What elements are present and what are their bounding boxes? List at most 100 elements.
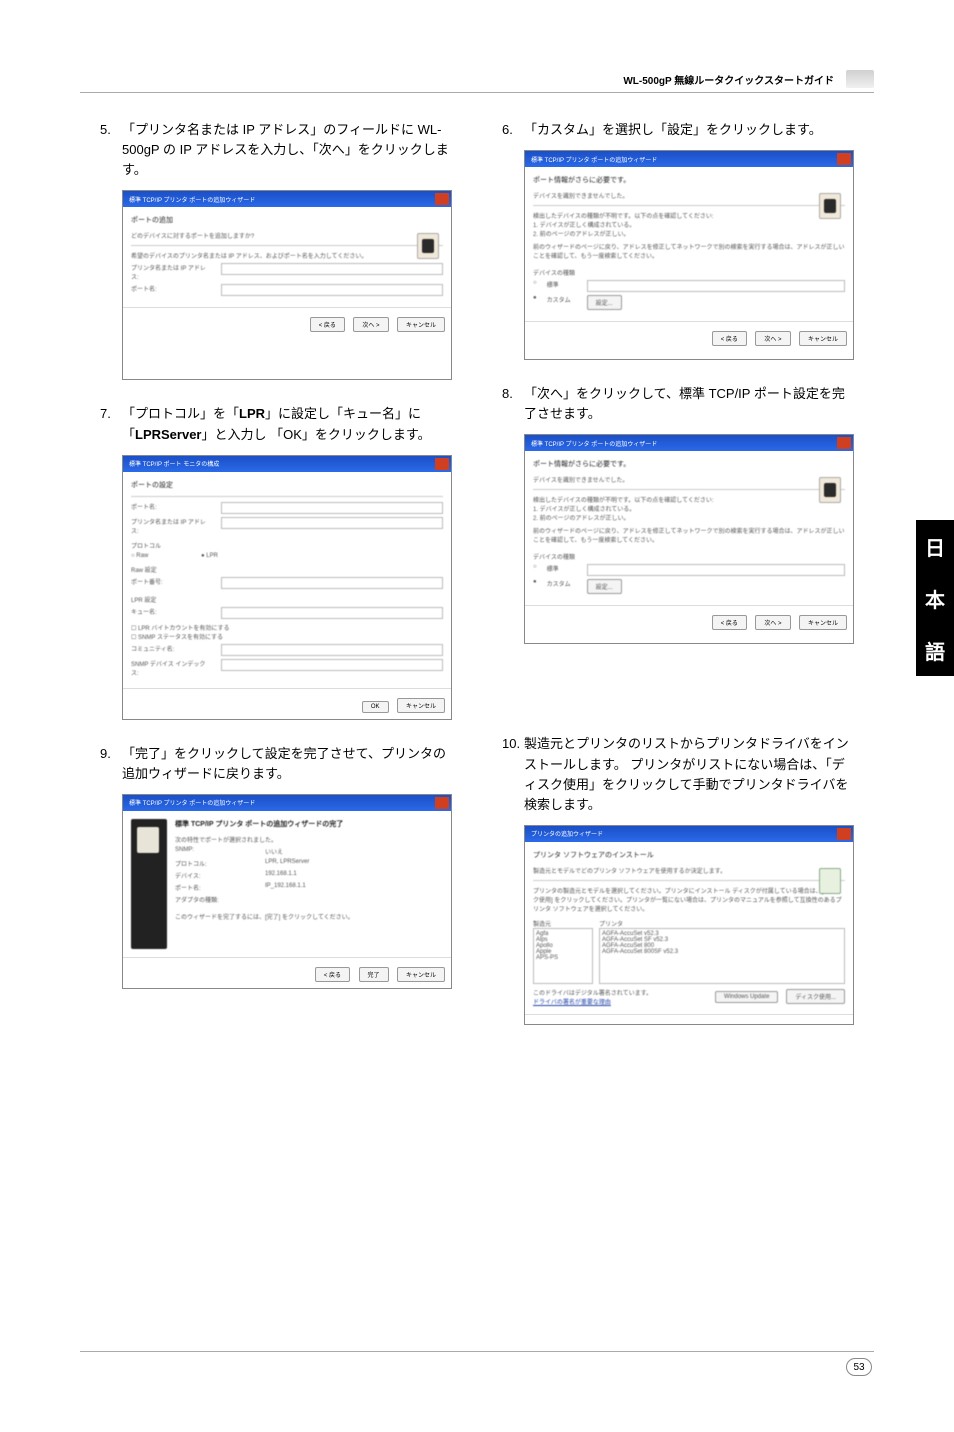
panel-title: ポート情報がさらに必要です。 <box>533 459 845 469</box>
text-input <box>221 659 443 671</box>
text-input <box>221 502 443 514</box>
cancel-button: キャンセル <box>799 1024 847 1025</box>
close-icon <box>435 193 449 205</box>
panel-title: ポートの追加 <box>131 215 443 225</box>
kv-key: アダプタの種類: <box>175 895 255 904</box>
dialog-titlebar: 標準 TCP/IP プリンタ ポートの追加ウィザード <box>123 795 451 811</box>
printer-icon <box>137 827 159 853</box>
step-body: 「次へ」をクリックして、標準 TCP/IP ポート設定を完了させます。 <box>524 384 854 424</box>
cancel-button: キャンセル <box>397 967 445 982</box>
close-icon <box>435 797 449 809</box>
desc-list-2: 2. 前のページのアドレスが正しい。 <box>533 513 845 522</box>
language-tab: 日 本 語 <box>916 520 954 676</box>
text-input <box>221 577 443 589</box>
field-label: コミュニティ名: <box>131 644 211 656</box>
finish-button: 完了 <box>359 967 389 982</box>
step-body: 「プロトコル」を「LPR」に設定し「キュー名」に「LPRServer」と入力し … <box>122 404 452 444</box>
field-label: プリンタ名または IP アドレス: <box>131 517 211 535</box>
port-input <box>221 284 443 296</box>
panel-title: プリンタ ソフトウェアのインストール <box>533 850 845 860</box>
text-input <box>221 644 443 656</box>
radio-lpr: LPR <box>206 553 218 559</box>
wizard-side-image <box>131 819 167 949</box>
header-title: WL-500gP 無線ルータクイックスタートガイド <box>623 72 834 87</box>
why-link: ドライバの署名が重要な理由 <box>533 997 707 1006</box>
router-icon <box>846 70 874 88</box>
desc2: 前のウィザードのページに戻り、アドレスを修正してネットワークで別の検索を実行する… <box>533 526 845 544</box>
close-icon <box>837 153 851 165</box>
dialog-titlebar: 標準 TCP/IP プリンタ ポートの追加ウィザード <box>123 191 451 207</box>
back-button: < 戻る <box>315 967 350 982</box>
mfr-header: 製造元 <box>533 919 593 928</box>
field-label: プリンタ名または IP アドレス: <box>131 263 211 281</box>
screenshot-step8: 標準 TCP/IP プリンタ ポートの追加ウィザード ポート情報がさらに必要です… <box>524 434 854 644</box>
windows-update-button: Windows Update <box>715 991 778 1003</box>
group-label: Raw 設定 <box>131 565 443 574</box>
dialog-titlebar: プリンタの追加ウィザード <box>525 826 853 842</box>
list-item: AGFA-AccuSet 800SF v52.3 <box>602 949 842 955</box>
group-label: LPR 設定 <box>131 595 443 604</box>
dialog-title: 標準 TCP/IP プリンタ ポートの追加ウィザード <box>531 155 657 164</box>
kv-val: IP_192.168.1.1 <box>265 883 306 892</box>
next-button: 次へ > <box>755 615 790 630</box>
dialog-title: 標準 TCP/IP プリンタ ポートの追加ウィザード <box>129 798 255 807</box>
kv-key: ポート名: <box>175 883 255 892</box>
group-label: プロトコル <box>131 541 443 550</box>
screenshot-step10: プリンタの追加ウィザード プリンタ ソフトウェアのインストール 製造元とモデルで… <box>524 825 854 1025</box>
radio-custom: カスタム <box>547 295 577 310</box>
screenshot-step6: 標準 TCP/IP プリンタ ポートの追加ウィザード ポート情報がさらに必要です… <box>524 150 854 360</box>
cancel-button: キャンセル <box>397 698 445 713</box>
settings-button: 設定... <box>587 579 622 594</box>
footer-rule <box>80 1351 874 1352</box>
panel-sub: どのデバイスに対するポートを追加しますか? <box>131 231 443 240</box>
kv-key: デバイス: <box>175 871 255 880</box>
step-number: 9. <box>100 744 122 784</box>
desc-list-2: 2. 前のページのアドレスが正しい。 <box>533 229 845 238</box>
step-number: 5. <box>100 120 122 180</box>
page-number: 53 <box>846 1358 872 1376</box>
lang-char: 語 <box>925 636 945 665</box>
group-label: デバイスの種類 <box>533 268 845 277</box>
screenshot-step5: 標準 TCP/IP プリンタ ポートの追加ウィザード ポートの追加 どのデバイス… <box>122 190 452 380</box>
left-column: 5. 「プリンタ名または IP アドレス」のフィールドに WL-500gP の … <box>100 120 452 1049</box>
printer-badge-icon <box>819 193 841 219</box>
finish-note: このウィザードを完了するには、[完了] をクリックしてください。 <box>175 912 443 921</box>
lang-char: 日 <box>925 532 945 561</box>
step-6: 6. 「カスタム」を選択し「設定」をクリックします。 標準 TCP/IP プリン… <box>502 120 854 360</box>
next-button: 次へ > <box>755 1024 790 1025</box>
kv-val: 192.168.1.1 <box>265 871 297 880</box>
signed-text: このドライバはデジタル署名されています。 <box>533 988 707 997</box>
close-icon <box>837 437 851 449</box>
ip-input <box>221 263 443 275</box>
field-label: ポート番号: <box>131 577 211 589</box>
desc-list-1: 1. デバイスが正しく構成されている。 <box>533 220 845 229</box>
back-button: < 戻る <box>310 317 345 332</box>
step-number: 6. <box>502 120 524 140</box>
dialog-titlebar: 標準 TCP/IP ポート モニタの構成 <box>123 456 451 472</box>
panel-title: ポートの設定 <box>131 480 443 490</box>
cancel-button: キャンセル <box>799 331 847 346</box>
step-body: 製造元とプリンタのリストからプリンタドライバをインストールします。 プリンタがリ… <box>524 734 854 815</box>
panel-title: ポート情報がさらに必要です。 <box>533 175 845 185</box>
close-icon <box>837 828 851 840</box>
radio-raw: Raw <box>136 553 148 559</box>
next-button: 次へ > <box>353 317 388 332</box>
printer-badge-icon <box>819 477 841 503</box>
back-button: < 戻る <box>712 1024 747 1025</box>
dialog-title: プリンタの追加ウィザード <box>531 829 603 838</box>
right-column: 6. 「カスタム」を選択し「設定」をクリックします。 標準 TCP/IP プリン… <box>502 120 854 1049</box>
finish-desc: 次の特性でポートが選択されました。 <box>175 835 443 844</box>
content-columns: 5. 「プリンタ名または IP アドレス」のフィールドに WL-500gP の … <box>100 120 854 1049</box>
group-label: デバイスの種類 <box>533 552 845 561</box>
next-button: 次へ > <box>755 331 790 346</box>
step-9: 9. 「完了」をクリックして設定を完了させて、プリンタの追加ウィザードに戻ります… <box>100 744 452 989</box>
header-rule <box>80 92 874 93</box>
step-body: 「カスタム」を選択し「設定」をクリックします。 <box>524 120 854 140</box>
step-8: 8. 「次へ」をクリックして、標準 TCP/IP ポート設定を完了させます。 標… <box>502 384 854 644</box>
screenshot-step7: 標準 TCP/IP ポート モニタの構成 ポートの設定 ポート名: プリンタ名ま… <box>122 455 452 720</box>
desc2: 前のウィザードのページに戻り、アドレスを修正してネットワークで別の検索を実行する… <box>533 242 845 260</box>
settings-button: 設定... <box>587 295 622 310</box>
printer-list: AGFA-AccuSet v52.3 AGFA-AccuSet SF v52.3… <box>599 928 845 984</box>
step-5: 5. 「プリンタ名または IP アドレス」のフィールドに WL-500gP の … <box>100 120 452 380</box>
standard-select <box>587 280 845 292</box>
